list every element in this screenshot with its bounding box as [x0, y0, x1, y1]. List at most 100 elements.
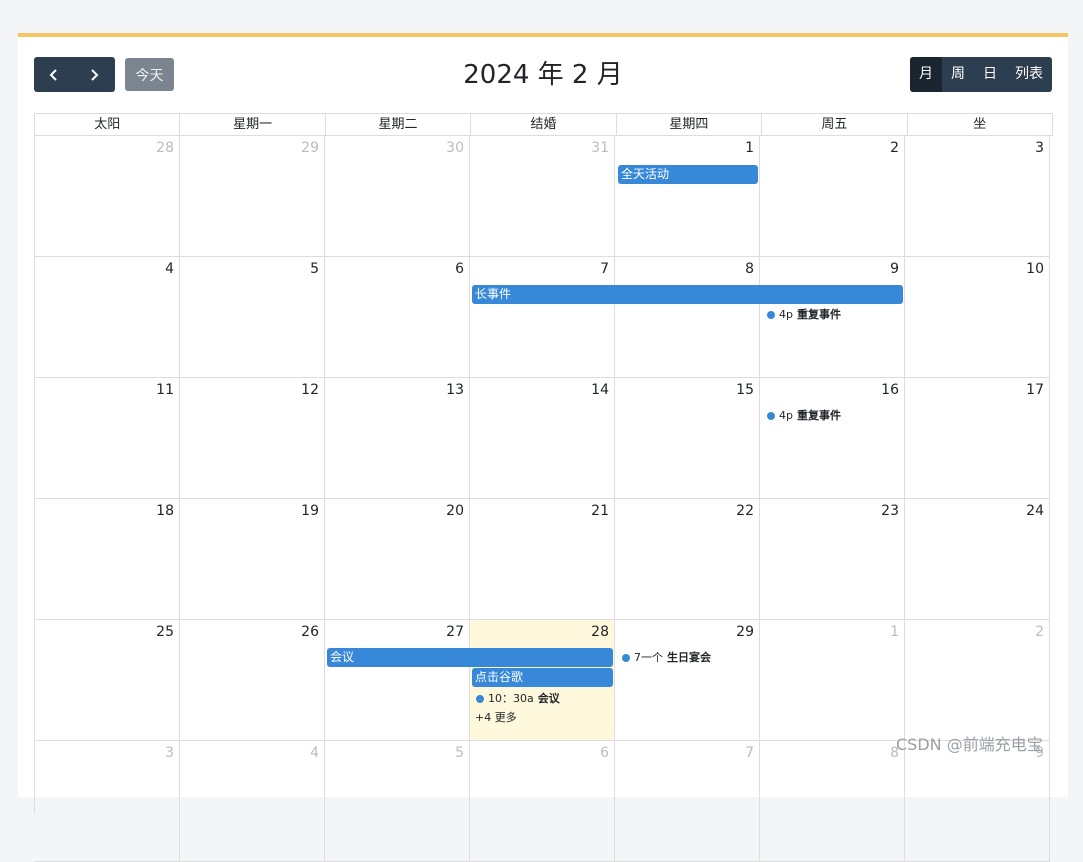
day-number[interactable]: 1 — [890, 624, 899, 640]
day-cell[interactable]: 31 — [470, 136, 615, 257]
day-cell[interactable]: 18 — [35, 499, 180, 620]
day-cell[interactable]: 16 — [760, 378, 905, 499]
day-cell[interactable]: 17 — [905, 378, 1050, 499]
day-cell[interactable]: 13 — [325, 378, 470, 499]
day-cell[interactable]: 8 — [760, 741, 905, 862]
day-cell[interactable]: 5 — [325, 741, 470, 862]
day-number[interactable]: 28 — [591, 624, 609, 640]
day-cell[interactable]: 3 — [35, 741, 180, 862]
day-cell[interactable]: 7 — [470, 257, 615, 378]
day-number[interactable]: 7 — [600, 261, 609, 277]
day-cell[interactable]: 2 — [905, 620, 1050, 741]
day-number[interactable]: 2 — [1035, 624, 1044, 640]
event-dot-icon — [767, 411, 775, 420]
day-number[interactable]: 21 — [591, 503, 609, 519]
day-number[interactable]: 2 — [890, 140, 899, 156]
weekday-label: 星期四 — [616, 114, 763, 136]
day-number[interactable]: 6 — [455, 261, 464, 277]
day-number[interactable]: 5 — [455, 745, 464, 761]
day-number[interactable]: 13 — [446, 382, 464, 398]
day-cell[interactable]: 21 — [470, 499, 615, 620]
day-cell[interactable]: 11 — [35, 378, 180, 499]
week-row: 3 4 5 6 7 8 9 — [35, 741, 1053, 862]
day-number[interactable]: 29 — [736, 624, 754, 640]
birthday-event[interactable]: 7一个 生日宴会 — [622, 650, 711, 665]
day-number[interactable]: 31 — [591, 140, 609, 156]
day-cell[interactable]: 8 — [615, 257, 760, 378]
month-grid: 太阳 星期一 星期二 结婚 星期四 周五 坐 28 29 30 31 1 2 3… — [34, 113, 1053, 862]
day-cell[interactable]: 12 — [180, 378, 325, 499]
day-number[interactable]: 23 — [881, 503, 899, 519]
meeting-event[interactable]: 会议 — [327, 648, 613, 667]
day-cell[interactable]: 30 — [325, 136, 470, 257]
event-time: 10：30a — [488, 692, 534, 705]
day-number[interactable]: 5 — [310, 261, 319, 277]
event-time: 4p — [779, 308, 793, 321]
day-number[interactable]: 28 — [156, 140, 174, 156]
day-cell[interactable]: 29 — [615, 620, 760, 741]
click-google-event[interactable]: 点击谷歌 — [472, 668, 613, 687]
day-number[interactable]: 9 — [890, 261, 899, 277]
long-event[interactable]: 长事件 — [472, 285, 903, 304]
day-cell[interactable]: 14 — [470, 378, 615, 499]
day-cell[interactable]: 25 — [35, 620, 180, 741]
day-number[interactable]: 17 — [1026, 382, 1044, 398]
day-cell[interactable]: 29 — [180, 136, 325, 257]
day-cell[interactable]: 28 — [35, 136, 180, 257]
day-cell[interactable]: 20 — [325, 499, 470, 620]
day-cell[interactable]: 1 — [760, 620, 905, 741]
day-number[interactable]: 18 — [156, 503, 174, 519]
day-number[interactable]: 6 — [600, 745, 609, 761]
day-cell[interactable]: 9 — [905, 741, 1050, 862]
repeating-event[interactable]: 4p 重复事件 — [767, 408, 841, 423]
day-cell[interactable]: 10 — [905, 257, 1050, 378]
day-cell[interactable]: 3 — [905, 136, 1050, 257]
day-cell[interactable]: 5 — [180, 257, 325, 378]
day-view-button[interactable]: 日 — [974, 57, 1006, 92]
week-row: 25 26 27 28 29 1 2 会议 点击谷歌 10：30a 会议 +4 … — [35, 620, 1053, 741]
meeting-timed-event[interactable]: 10：30a 会议 — [476, 691, 560, 706]
day-number[interactable]: 12 — [301, 382, 319, 398]
week-view-button[interactable]: 周 — [942, 57, 974, 92]
day-number[interactable]: 16 — [881, 382, 899, 398]
day-number[interactable]: 15 — [736, 382, 754, 398]
day-number[interactable]: 30 — [446, 140, 464, 156]
day-number[interactable]: 14 — [591, 382, 609, 398]
day-cell[interactable]: 6 — [325, 257, 470, 378]
day-number[interactable]: 26 — [301, 624, 319, 640]
day-cell[interactable]: 1 — [615, 136, 760, 257]
day-number[interactable]: 22 — [736, 503, 754, 519]
day-number[interactable]: 25 — [156, 624, 174, 640]
day-cell[interactable]: 4 — [35, 257, 180, 378]
more-events-link[interactable]: +4 更多 — [475, 709, 517, 725]
day-number[interactable]: 29 — [301, 140, 319, 156]
day-number[interactable]: 4 — [165, 261, 174, 277]
day-cell[interactable]: 4 — [180, 741, 325, 862]
day-cell[interactable]: 7 — [615, 741, 760, 862]
day-cell[interactable]: 27 — [325, 620, 470, 741]
day-number[interactable]: 19 — [301, 503, 319, 519]
day-number[interactable]: 1 — [745, 140, 754, 156]
day-number[interactable]: 10 — [1026, 261, 1044, 277]
day-cell[interactable]: 15 — [615, 378, 760, 499]
day-cell[interactable]: 23 — [760, 499, 905, 620]
day-number[interactable]: 7 — [745, 745, 754, 761]
day-cell[interactable]: 6 — [470, 741, 615, 862]
day-cell[interactable]: 2 — [760, 136, 905, 257]
day-number[interactable]: 27 — [446, 624, 464, 640]
month-view-button[interactable]: 月 — [910, 57, 942, 92]
day-number[interactable]: 8 — [745, 261, 754, 277]
day-cell[interactable]: 22 — [615, 499, 760, 620]
day-number[interactable]: 3 — [165, 745, 174, 761]
day-number[interactable]: 24 — [1026, 503, 1044, 519]
day-number[interactable]: 4 — [310, 745, 319, 761]
day-cell[interactable]: 19 — [180, 499, 325, 620]
list-view-button[interactable]: 列表 — [1006, 57, 1052, 92]
day-cell[interactable]: 24 — [905, 499, 1050, 620]
day-cell[interactable]: 26 — [180, 620, 325, 741]
repeating-event[interactable]: 4p 重复事件 — [767, 307, 841, 322]
day-number[interactable]: 3 — [1035, 140, 1044, 156]
day-number[interactable]: 11 — [156, 382, 174, 398]
day-number[interactable]: 20 — [446, 503, 464, 519]
all-day-event[interactable]: 全天活动 — [618, 165, 758, 184]
